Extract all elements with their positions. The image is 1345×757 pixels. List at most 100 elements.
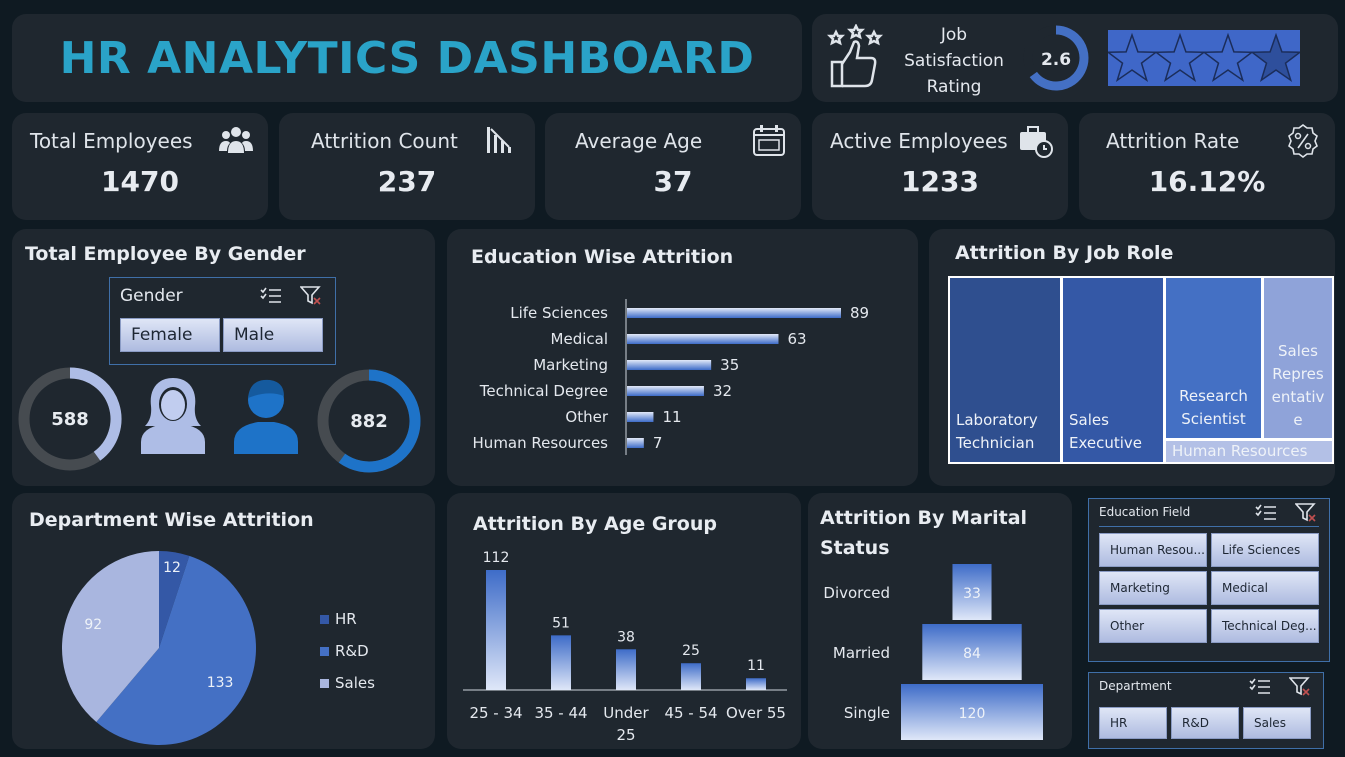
treemap-label: Scientist — [1181, 410, 1246, 428]
kpi-label: Attrition Count — [311, 129, 458, 153]
bar — [627, 360, 712, 370]
thumbs-up-stars-icon — [826, 24, 884, 88]
data-label: 38 — [617, 629, 635, 645]
category-label: Life Sciences — [510, 304, 608, 322]
treemap-label: entativ — [1272, 388, 1325, 406]
data-label: 11 — [747, 658, 765, 674]
clear-filter-icon[interactable] — [300, 286, 322, 306]
percent-badge-icon — [1288, 124, 1318, 158]
header-card: HR ANALYTICS DASHBOARD — [12, 14, 802, 102]
bar — [627, 308, 841, 318]
gender-title: Total Employee By Gender — [25, 243, 306, 265]
job-satisfaction-card: Job Satisfaction Rating 2.6 — [812, 14, 1338, 102]
kpi-label: Attrition Rate — [1106, 129, 1240, 153]
department-option-hr[interactable]: HR — [1099, 707, 1167, 739]
education-attrition-title: Education Wise Attrition — [471, 246, 734, 268]
job-satisfaction-label-line3: Rating — [926, 77, 982, 97]
category-label: Marketing — [533, 356, 608, 374]
kpi-label: Total Employees — [30, 129, 193, 153]
department-legend: HR R&D Sales — [320, 603, 375, 699]
treemap-label: Technician — [955, 434, 1034, 452]
category-label: Over 55 — [726, 704, 786, 722]
education-attrition-chart: Life Sciences 89 Medical 63 Marketing 35 Techn… — [473, 299, 869, 455]
bar — [627, 334, 779, 344]
briefcase-clock-icon — [1020, 126, 1053, 158]
bar — [486, 570, 506, 690]
data-label: 25 — [682, 643, 700, 659]
education-option-marketing[interactable]: Marketing — [1099, 571, 1207, 605]
bar — [681, 663, 701, 690]
multi-select-icon[interactable] — [1255, 504, 1277, 522]
legend-swatch — [320, 646, 329, 656]
female-donut: 588 — [18, 367, 122, 471]
marital-title-line1: Attrition By Marital — [820, 507, 1028, 529]
legend-item: R&D — [320, 635, 375, 667]
legend-item: HR — [320, 603, 375, 635]
job-role-card: Attrition By Job Role Laboratory Technici… — [929, 229, 1335, 486]
clear-filter-icon[interactable] — [1289, 677, 1311, 697]
category-label: 35 - 44 — [534, 704, 587, 722]
kpi-value: 237 — [377, 165, 437, 198]
gender-slicer: Gender Female Male — [109, 277, 336, 365]
treemap-label: Human Resources — [1172, 442, 1308, 460]
slice-label: 92 — [84, 617, 102, 633]
kpi-card: Attrition Rate 16.12% — [1079, 113, 1335, 220]
bar — [551, 635, 571, 690]
marital-funnel-chart: Divorced 33 Married 84 Single 120 — [823, 564, 1043, 740]
female-count: 588 — [51, 409, 89, 430]
gender-option-male[interactable]: Male — [223, 318, 323, 352]
data-label: 32 — [713, 382, 732, 400]
department-pie-chart: 12 133 92 — [62, 551, 256, 745]
education-attrition-card: Education Wise Attrition Life Sciences 89… — [447, 229, 918, 486]
category-label: Single — [844, 704, 890, 722]
legend-label: Sales — [335, 674, 375, 692]
slice-label: 12 — [163, 560, 181, 576]
education-option-other[interactable]: Other — [1099, 609, 1207, 643]
treemap-label: Laboratory — [956, 411, 1038, 429]
department-slicer-label: Department — [1099, 679, 1172, 693]
kpi-label: Average Age — [575, 129, 703, 153]
legend-label: R&D — [335, 642, 369, 660]
multi-select-icon[interactable] — [1249, 678, 1271, 696]
job-satisfaction-label-line1: Job — [940, 25, 968, 45]
clear-filter-icon[interactable] — [1295, 503, 1317, 523]
job-role-treemap: Laboratory Technician Sales Executive Resear… — [948, 276, 1334, 464]
kpi-card: Attrition Count 237 — [279, 113, 535, 220]
legend-label: HR — [335, 610, 357, 628]
legend-item: Sales — [320, 667, 375, 699]
education-option-life-sciences[interactable]: Life Sciences — [1211, 533, 1319, 567]
kpi-value: 37 — [653, 165, 693, 198]
data-label: 33 — [963, 586, 981, 602]
legend-swatch — [320, 614, 329, 624]
department-slicer: Department HR R&D Sales — [1088, 672, 1324, 749]
job-satisfaction-gauge: 2.6 — [1023, 25, 1089, 91]
kpi-value: 1470 — [101, 165, 179, 198]
star-rating — [1108, 30, 1300, 86]
female-avatar-icon — [141, 378, 205, 454]
education-field-slicer-label: Education Field — [1099, 505, 1191, 519]
education-option-human-resources[interactable]: Human Resou... — [1099, 533, 1207, 567]
gender-option-female[interactable]: Female — [120, 318, 220, 352]
treemap-label: Repres — [1272, 365, 1324, 383]
education-option-technical-degree[interactable]: Technical Deg... — [1211, 609, 1319, 643]
data-label: 84 — [963, 646, 981, 662]
data-label: 89 — [850, 304, 869, 322]
bar — [746, 678, 766, 690]
department-option-sales[interactable]: Sales — [1243, 707, 1311, 739]
male-avatar-icon — [234, 379, 298, 454]
multi-select-icon[interactable] — [260, 287, 282, 305]
slicer-divider — [1099, 526, 1319, 527]
department-option-rnd[interactable]: R&D — [1171, 707, 1239, 739]
male-donut: 882 — [317, 369, 421, 473]
kpi-card: Total Employees 1470 — [12, 113, 268, 220]
category-label: 25 - 34 — [469, 704, 522, 722]
category-label: Other — [565, 408, 608, 426]
data-label: 112 — [483, 550, 510, 566]
data-label: 120 — [959, 706, 986, 722]
job-satisfaction-label: Job Satisfaction Rating — [896, 22, 1012, 100]
gender-slicer-label: Gender — [120, 286, 183, 306]
category-label: Technical Degree — [479, 382, 608, 400]
category-label: Divorced — [823, 584, 890, 602]
education-option-medical[interactable]: Medical — [1211, 571, 1319, 605]
calendar-icon — [753, 125, 785, 156]
